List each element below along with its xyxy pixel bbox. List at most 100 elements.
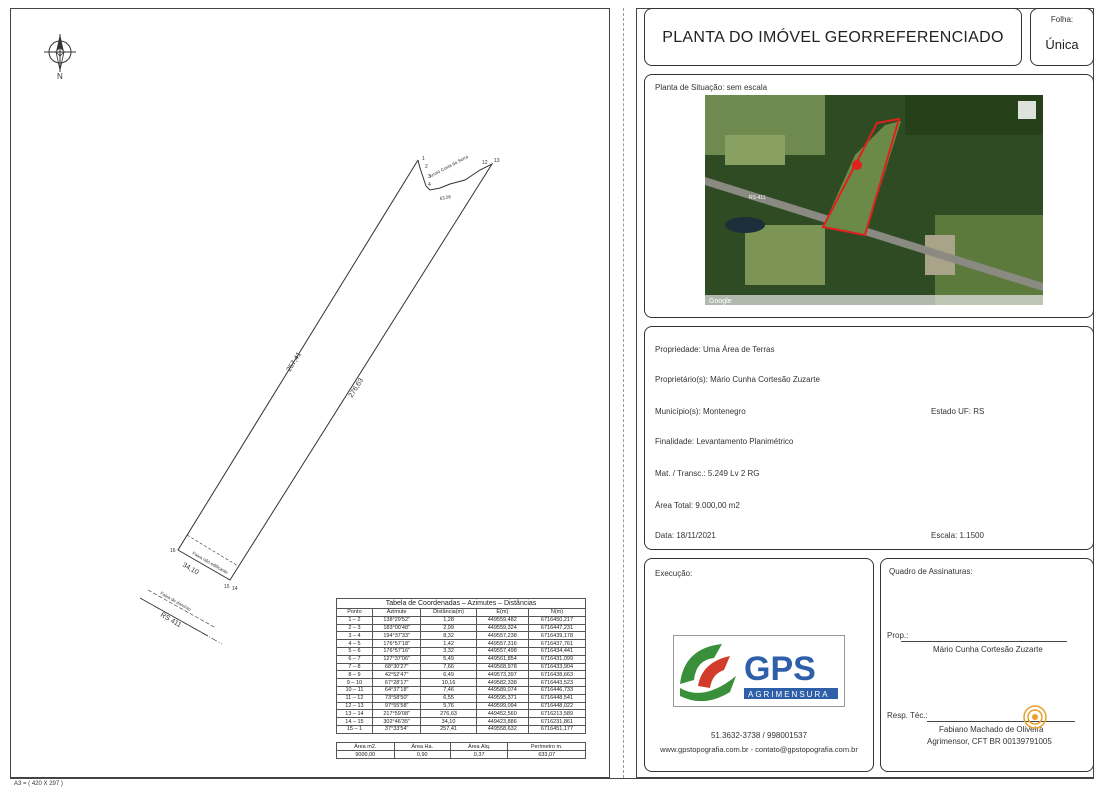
table-header-cell: Azimute	[371, 608, 422, 617]
bottom-strip	[10, 778, 1094, 792]
table-row: 2 – 3 183°00'48" 2,99 449559,324 6716447,231	[336, 623, 587, 633]
table-cell: 6716434,441	[527, 646, 587, 656]
point-label: 4	[428, 182, 431, 188]
table-cell: 127°37'06"	[371, 654, 422, 664]
plot-plan: 1 2 3 4 12 13 14 15 16 257,41 276,63 34,…	[139, 154, 500, 645]
fold-line	[623, 8, 624, 778]
folha-box: Folha: Única	[1030, 8, 1094, 66]
table-cell: 6716451,177	[527, 724, 587, 734]
table-cell: 217°59'08"	[371, 709, 422, 719]
table-row: 15 – 1 37°33'54" 257,41 449558,632 6716451,1…	[336, 724, 587, 734]
gps-logo: GPS AGRIMENSURA	[673, 635, 845, 707]
point-label: 15	[224, 584, 230, 590]
table-cell: 5 – 6	[336, 646, 373, 656]
map-road-label: RS-411	[749, 195, 766, 201]
table-row: 12 – 13 97°55'58" 5,76 449599,094 6716448,02…	[336, 701, 587, 711]
table-cell: 6716439,178	[527, 631, 587, 641]
situation-box: Planta de Situação: sem escala Google RS…	[644, 74, 1094, 318]
owner-name: Mário Cunha Cortesão Zuzarte	[933, 645, 1043, 654]
table-cell: 67°28'17"	[371, 678, 422, 687]
table-row: 1 – 2 138°29'52" 1,28 449559,482 6716450,217	[336, 615, 587, 625]
table-cell: 0,90	[393, 750, 451, 759]
table-cell: 176°57'18"	[371, 639, 422, 648]
table-header-cell: Área Alq.	[449, 742, 509, 751]
tech-registration: Agrimensor, CFT BR 00139791005	[927, 737, 1052, 746]
table-cell: 1,42	[420, 639, 477, 648]
point-label: 13	[494, 158, 500, 164]
table-cell: 6716433,904	[527, 662, 587, 672]
table-cell: 13 – 14	[336, 709, 373, 719]
table-cell: 0,37	[449, 750, 509, 759]
table-row: 9 – 10 67°28'17" 10,16 449582,338 6716443,52…	[336, 678, 587, 687]
execution-phone: 51.3632-3738 / 998001537	[710, 731, 808, 740]
table-cell: 10 – 11	[336, 685, 373, 695]
folha-label: Folha:	[1050, 15, 1074, 24]
coordinate-table-header: Ponto Azimute Distância(m) E(m) N(m)	[336, 608, 587, 617]
length-label: 63,56	[439, 194, 451, 201]
property-info-box: Propriedade: Uma Área de Terras Propriet…	[644, 326, 1094, 550]
table-header-cell: Área m2.	[336, 742, 395, 751]
point-label: 2	[425, 164, 428, 170]
table-header-cell: N(m)	[527, 608, 587, 617]
table-cell: 449423,886	[475, 717, 529, 726]
north-arrow-icon: N	[44, 34, 76, 81]
title-box: PLANTA DO IMÓVEL GEORREFERENCIADO	[644, 8, 1022, 66]
table-cell: 449568,978	[475, 662, 529, 672]
table-cell: 6716448,022	[527, 701, 587, 711]
table-row: 10 – 11 64°37'18" 7,46 449589,074 6716446,73…	[336, 685, 587, 695]
table-row: 4 – 5 176°57'18" 1,42 449557,316 6716437,761	[336, 639, 587, 648]
table-cell: 14 – 15	[336, 717, 373, 726]
table-cell: 6716448,541	[527, 693, 587, 703]
table-cell: 68°30'27"	[371, 662, 422, 672]
execution-web: www.gpstopografia.com.br - contato@gpsto…	[660, 745, 858, 754]
table-row: 13 – 14 217°59'08" 276,63 449452,560 6716213…	[336, 709, 587, 719]
table-cell: 257,41	[420, 724, 477, 734]
info-finalidade: Finalidade: Levantamento Planimétrico	[655, 437, 794, 446]
road-label: RS 411	[159, 612, 182, 630]
info-proprietario: Proprietário(s): Mário Cunha Cortesão Zu…	[655, 375, 820, 384]
table-cell: 138°29'52"	[371, 615, 422, 625]
table-cell: 6716437,761	[527, 639, 587, 648]
faixa-dominio-label: Faixa de domínio	[160, 591, 193, 613]
execution-label: Execução:	[655, 569, 693, 578]
table-cell: 7,66	[420, 662, 477, 672]
table-cell: 7,46	[420, 685, 477, 695]
table-cell: 449557,498	[475, 646, 529, 656]
table-cell: 449582,338	[475, 678, 529, 687]
table-cell: 5,49	[420, 654, 477, 664]
table-header-cell: Distância(m)	[420, 608, 477, 617]
table-cell: 7 – 8	[336, 662, 373, 672]
table-cell: 6716446,733	[527, 685, 587, 695]
table-cell: 276,63	[420, 709, 477, 719]
tech-signature-line	[927, 721, 1075, 722]
table-cell: 97°55'58"	[371, 701, 422, 711]
parcel-boundary	[177, 159, 494, 581]
table-cell: 6716431,099	[527, 654, 587, 664]
table-cell: 64°37'18"	[371, 685, 422, 695]
info-escala: Escala: 1.1500	[931, 531, 984, 540]
page-title: PLANTA DO IMÓVEL GEORREFERENCIADO	[662, 29, 1004, 46]
table-cell: 449599,094	[475, 701, 529, 711]
gps-logo-icon: GPS AGRIMENSURA	[680, 644, 838, 702]
area-table-header: Área m2. Área Ha. Área Alq. Perímetro m.	[336, 742, 586, 751]
table-cell: 194°37'33"	[371, 631, 422, 641]
table-cell: 8 – 9	[336, 670, 373, 680]
table-header-cell: Ponto	[336, 608, 373, 617]
table-cell: 3,32	[420, 646, 477, 656]
table-cell: 6716447,231	[527, 623, 587, 633]
table-cell: 183°00'48"	[371, 623, 422, 633]
table-cell: 6716443,523	[527, 678, 587, 687]
table-cell: 10,16	[420, 678, 477, 687]
table-cell: 6,55	[420, 693, 477, 703]
table-cell: 12 – 13	[336, 701, 373, 711]
table-cell: 6,49	[420, 670, 477, 680]
table-cell: 11 – 12	[336, 693, 373, 703]
execution-box: Execução: GPS AGRIMENSURA 51.3632-3738 /…	[644, 558, 874, 772]
table-cell: 73°58'50"	[371, 693, 422, 703]
point-label: 16	[170, 548, 176, 554]
table-cell: 302°46'35"	[371, 717, 422, 726]
table-cell: 633,07	[507, 750, 586, 759]
arroio-label: Arroio Costa da Serra	[428, 154, 469, 179]
table-cell: 6716438,663	[527, 670, 587, 680]
length-label: 257,41	[286, 351, 303, 373]
